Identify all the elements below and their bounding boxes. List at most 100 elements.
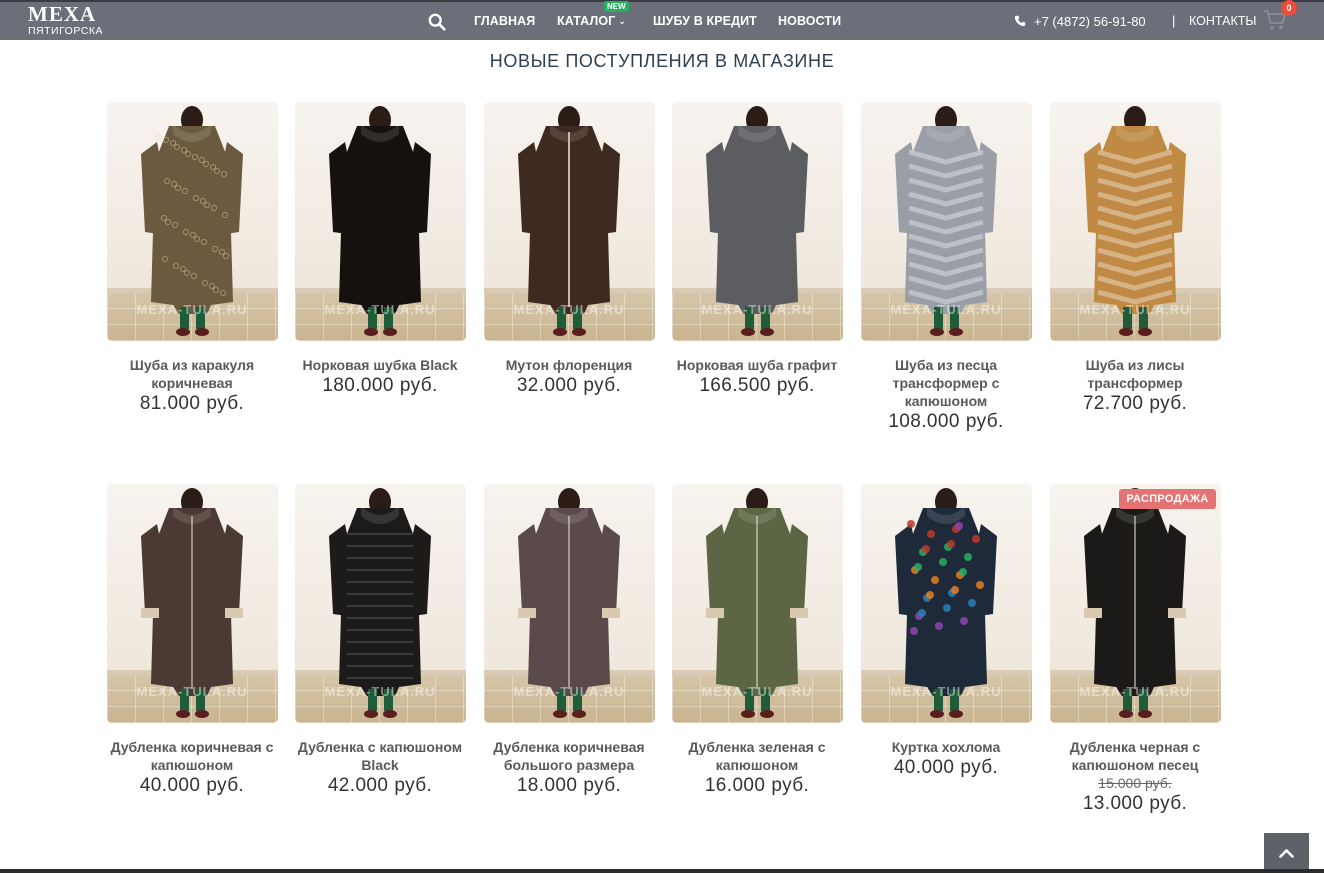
product-card[interactable]: MEXA-TULA.RU Дубленка с капюшоном Black 42… [286, 484, 474, 798]
product-image[interactable]: MEXA-TULA.RU [671, 102, 843, 341]
price-value: 32.000 [516, 375, 578, 396]
old-price-value: 15.000 [1098, 775, 1142, 791]
footer-edge [0, 869, 1324, 873]
price-value: 13.000 [1082, 793, 1144, 814]
chevron-down-icon: ⌄ [618, 16, 626, 26]
product-card[interactable]: MEXA-TULA.RU Норковая шуба графит 166.500 р… [663, 102, 851, 398]
nav-news[interactable]: НОВОСТИ [778, 14, 841, 28]
product-card[interactable]: MEXA-TULA.RU Шуба из лисы трансформер 72.7… [1041, 102, 1229, 416]
price-currency: руб. [583, 775, 622, 796]
price-value: 42.000 [327, 775, 389, 796]
product-name[interactable]: Мутон флоренция [475, 356, 663, 374]
product-price: 13.000 руб. [1041, 792, 1229, 816]
logo-title: МЕХА [28, 2, 97, 26]
product-name[interactable]: Куртка хохлома [852, 738, 1040, 756]
product-price: 166.500 руб. [663, 374, 851, 398]
price-value: 40.000 [139, 775, 201, 796]
product-card[interactable]: MEXA-TULA.RU Норковая шубка Black 180.000 р… [286, 102, 474, 398]
price-currency: руб. [960, 757, 999, 778]
product-price: 18.000 руб. [475, 774, 663, 798]
product-image[interactable]: MEXA-TULA.RU РАСПРОДАЖА [1049, 484, 1221, 723]
photo-watermark: MEXA-TULA.RU [1079, 684, 1191, 699]
product-name[interactable]: Дубленка с капюшоном Black [286, 738, 474, 774]
product-image[interactable]: MEXA-TULA.RU [860, 102, 1032, 341]
product-card[interactable]: MEXA-TULA.RU Шуба из каракуля коричневая 8… [98, 102, 286, 416]
product-image[interactable]: MEXA-TULA.RU [294, 484, 466, 723]
price-currency: руб. [206, 775, 245, 796]
product-name[interactable]: Норковая шубка Black [286, 356, 474, 374]
product-price: 42.000 руб. [286, 774, 474, 798]
site-logo[interactable]: МЕХА ПЯТИГОРСКА [28, 4, 103, 37]
photo-watermark: MEXA-TULA.RU [701, 302, 813, 317]
product-card[interactable]: MEXA-TULA.RU Куртка хохлома 40.000 руб. [852, 484, 1040, 780]
section-title: НОВЫЕ ПОСТУПЛЕНИЯ В МАГАЗИНЕ [489, 51, 835, 71]
price-currency: руб. [1149, 393, 1188, 414]
photo-watermark: MEXA-TULA.RU [513, 302, 625, 317]
product-name[interactable]: Дубленка зеленая с капюшоном [663, 738, 851, 774]
old-price-currency: руб. [1145, 775, 1172, 791]
product-price: 40.000 руб. [98, 774, 286, 798]
product-price: 72.700 руб. [1041, 392, 1229, 416]
photo-watermark: MEXA-TULA.RU [136, 302, 248, 317]
product-image[interactable]: MEXA-TULA.RU [860, 484, 1032, 723]
new-badge: NEW [604, 1, 629, 12]
product-price: 108.000 руб. [852, 410, 1040, 434]
product-image[interactable]: MEXA-TULA.RU [671, 484, 843, 723]
search-icon[interactable] [428, 13, 446, 31]
nav-catalog-label: КАТАЛОГ [557, 14, 616, 28]
product-name[interactable]: Дубленка коричневая большого размера [475, 738, 663, 774]
price-currency: руб. [1149, 793, 1188, 814]
nav-contacts[interactable]: КОНТАКТЫ [1189, 14, 1256, 28]
product-card[interactable]: MEXA-TULA.RU РАСПРОДАЖА Дубленка черная с … [1041, 484, 1229, 816]
price-currency: руб. [965, 411, 1004, 432]
price-value: 40.000 [893, 757, 955, 778]
product-image[interactable]: MEXA-TULA.RU [483, 484, 655, 723]
product-card[interactable]: MEXA-TULA.RU Мутон флоренция 32.000 руб. [475, 102, 663, 398]
product-card[interactable]: MEXA-TULA.RU Дубленка зеленая с капюшоном… [663, 484, 851, 798]
photo-watermark: MEXA-TULA.RU [513, 684, 625, 699]
nav-catalog[interactable]: КАТАЛОГ ⌄ [557, 14, 626, 28]
product-name[interactable]: Шуба из песца трансформер с капюшоном [852, 356, 1040, 410]
product-price: 40.000 руб. [852, 756, 1040, 780]
price-value: 16.000 [704, 775, 766, 796]
price-currency: руб. [206, 393, 245, 414]
nav-home[interactable]: ГЛАВНАЯ [474, 14, 535, 28]
phone-icon [1014, 15, 1026, 27]
product-name[interactable]: Шуба из каракуля коричневая [98, 356, 286, 392]
product-card[interactable]: MEXA-TULA.RU Дубленка коричневая с капюшо… [98, 484, 286, 798]
product-image[interactable]: MEXA-TULA.RU [294, 102, 466, 341]
price-value: 72.700 [1082, 393, 1144, 414]
product-price: 32.000 руб. [475, 374, 663, 398]
price-currency: руб. [776, 375, 815, 396]
product-price: 180.000 руб. [286, 374, 474, 398]
product-image[interactable]: MEXA-TULA.RU [106, 102, 278, 341]
photo-watermark: MEXA-TULA.RU [324, 302, 436, 317]
price-value: 108.000 [888, 411, 960, 432]
scroll-to-top-button[interactable] [1264, 833, 1309, 873]
product-card[interactable]: MEXA-TULA.RU Дубленка коричневая большого… [475, 484, 663, 798]
price-currency: руб. [771, 775, 810, 796]
product-image[interactable]: MEXA-TULA.RU [1049, 102, 1221, 341]
price-currency: руб. [583, 375, 622, 396]
product-name[interactable]: Дубленка черная с капюшоном песец [1041, 738, 1229, 774]
product-name[interactable]: Шуба из лисы трансформер [1041, 356, 1229, 392]
product-name[interactable]: Дубленка коричневая с капюшоном [98, 738, 286, 774]
price-currency: руб. [394, 775, 433, 796]
photo-watermark: MEXA-TULA.RU [890, 684, 1002, 699]
product-old-price: 15.000 руб. [1041, 774, 1229, 792]
price-currency: руб. [399, 375, 438, 396]
logo-subtitle: ПЯТИГОРСКА [28, 25, 103, 37]
sale-badge: РАСПРОДАЖА [1119, 489, 1216, 509]
product-card[interactable]: MEXA-TULA.RU Шуба из песца трансформер с … [852, 102, 1040, 434]
top-navbar: МЕХА ПЯТИГОРСКА ГЛАВНАЯ КАТАЛОГ ⌄ NEW ШУБ… [0, 0, 1324, 40]
nav-credit[interactable]: ШУБУ В КРЕДИТ [653, 14, 757, 28]
product-image[interactable]: MEXA-TULA.RU [483, 102, 655, 341]
header-separator: | [1172, 13, 1176, 28]
phone-number[interactable]: +7 (4872) 56-91-80 [1034, 14, 1146, 29]
product-image[interactable]: MEXA-TULA.RU [106, 484, 278, 723]
photo-watermark: MEXA-TULA.RU [324, 684, 436, 699]
price-value: 81.000 [139, 393, 201, 414]
photo-watermark: MEXA-TULA.RU [1079, 302, 1191, 317]
price-value: 180.000 [322, 375, 394, 396]
product-name[interactable]: Норковая шуба графит [663, 356, 851, 374]
